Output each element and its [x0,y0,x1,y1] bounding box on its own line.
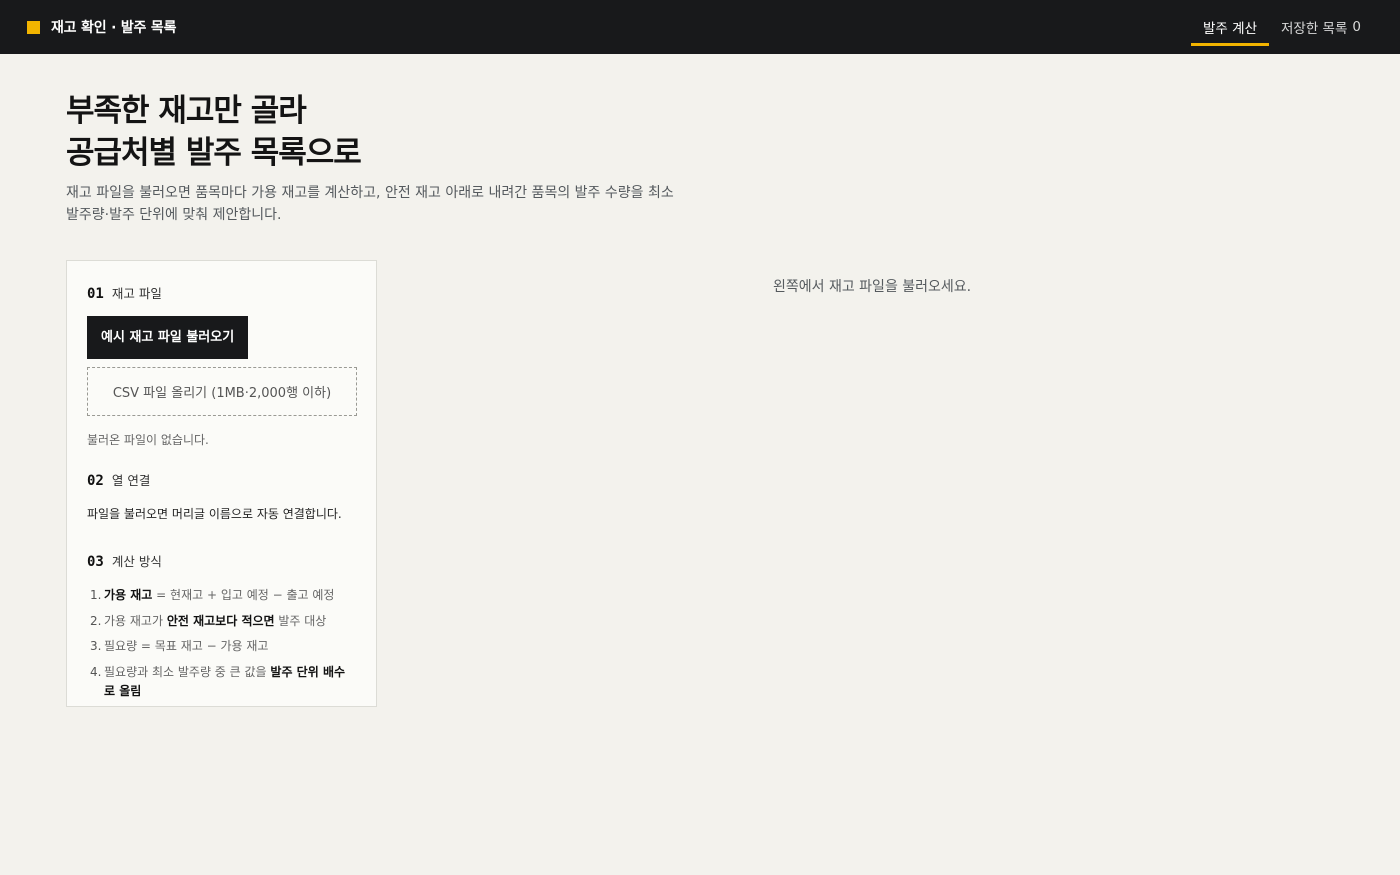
step1-number: 01 [87,286,104,302]
page-title: 부족한 재고만 골라 공급처별 발주 목록으로 [66,90,1400,174]
step-inventory-file: 01 재고 파일 예시 재고 파일 불러오기 CSV 파일 올리기 (1MB·2… [87,283,357,448]
tab-saved-lists-label: 저장한 목록 [1281,21,1348,37]
step-calc-method: 03 계산 방식 1. 가용 재고 = 현재고 + 입고 예정 − 출고 예정 … [87,551,356,701]
calc-rule-item: 2. 가용 재고가 안전 재고보다 적으면 발주 대상 [90,613,327,628]
tab-saved-lists[interactable]: 저장한 목록 0 [1269,0,1373,54]
saved-count-badge: 0 [1352,19,1361,35]
step1-title: 재고 파일 [111,286,162,301]
calc-rule-item: 3. 필요량 = 목표 재고 − 가용 재고 [90,639,269,653]
brand: 재고 확인 · 발주 목록 [27,17,176,37]
step3-header: 03 계산 방식 [87,551,356,570]
step-column-mapping: 02 열 연결 파일을 불러오면 머리글 이름으로 자동 연결합니다. [87,470,356,522]
step2-number: 02 [87,473,104,489]
step3-number: 03 [87,554,104,570]
csv-upload-label: CSV 파일 올리기 (1MB·2,000행 이하) [112,386,332,401]
tab-order-calc[interactable]: 발주 계산 [1191,0,1269,54]
step3-title: 계산 방식 [111,554,162,569]
result-empty-message: 왼쪽에서 재고 파일을 불러오세요. [773,279,972,295]
step2-header: 02 열 연결 [87,470,356,489]
csv-upload-dropzone[interactable]: CSV 파일 올리기 (1MB·2,000행 이하) [87,367,357,416]
main-nav: 발주 계산 저장한 목록 0 [1191,0,1373,54]
app-title: 재고 확인 · 발주 목록 [51,20,177,36]
calc-rule-item: 1. 가용 재고 = 현재고 + 입고 예정 − 출고 예정 [90,588,335,602]
brand-square-icon [27,20,40,34]
step1-header: 01 재고 파일 [87,283,356,302]
calc-rules-list: 1. 가용 재고 = 현재고 + 입고 예정 − 출고 예정 2. 가용 재고가… [87,586,356,701]
step2-title: 열 연결 [111,473,151,488]
page-title-line2: 공급처별 발주 목록으로 [66,135,362,171]
file-status-text: 불러온 파일이 없습니다. [87,433,209,447]
calc-rule-item: 4. 필요량과 최소 발주량 중 큰 값을 발주 단위 배수로 올림 [90,664,346,698]
column-mapping-note: 파일을 불러오면 머리글 이름으로 자동 연결합니다. [87,507,342,521]
page-title-line1: 부족한 재고만 골라 [66,93,307,129]
load-sample-file-button[interactable]: 예시 재고 파일 불러오기 [87,316,249,359]
tab-order-calc-label: 발주 계산 [1203,21,1257,37]
top-bar: 재고 확인 · 발주 목록 발주 계산 저장한 목록 0 [0,0,1400,54]
settings-panel: 01 재고 파일 예시 재고 파일 불러오기 CSV 파일 올리기 (1MB·2… [66,260,377,707]
page-description: 재고 파일을 불러오면 품목마다 가용 재고를 계산하고, 안전 재고 아래로 … [66,185,674,223]
hero: 부족한 재고만 골라 공급처별 발주 목록으로 재고 파일을 불러오면 품목마다… [0,54,1400,226]
